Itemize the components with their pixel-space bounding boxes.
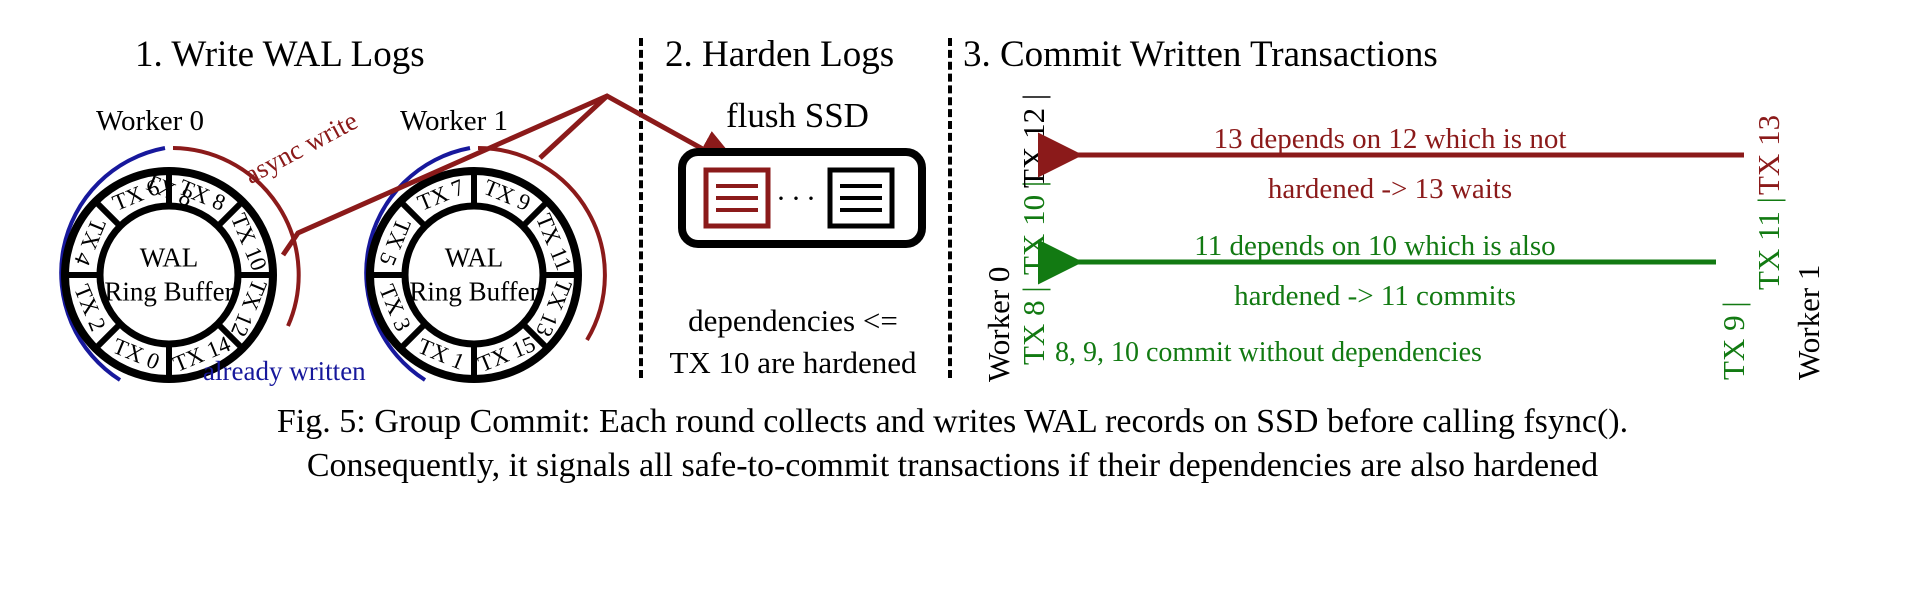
annotation-green-line-2: hardened -> 11 commits <box>1234 280 1516 313</box>
annotation-red-line-1: 13 depends on 12 which is not <box>1213 123 1567 155</box>
figure-group-commit: 1. Write WAL Logs 2. Harden Logs 3. Comm… <box>0 0 1905 615</box>
annotation-bottom-note: 8, 9, 10 commit without dependencies <box>1055 337 1482 368</box>
annotation-green-line-1: 11 depends on 10 which is also <box>1194 230 1556 262</box>
caption-line-1: Fig. 5: Group Commit: Each round collect… <box>276 403 1629 440</box>
caption-line-2: Consequently, it signals all safe-to-com… <box>306 446 1599 484</box>
annotation-red: 13 depends on 12 which is not hardened -… <box>1060 118 1720 210</box>
figure-caption: Fig. 5: Group Commit: Each round collect… <box>0 400 1905 487</box>
annotation-red-line-2: hardened -> 13 waits <box>1267 173 1513 206</box>
annotation-green: 11 depends on 10 which is also hardened … <box>1060 225 1690 317</box>
